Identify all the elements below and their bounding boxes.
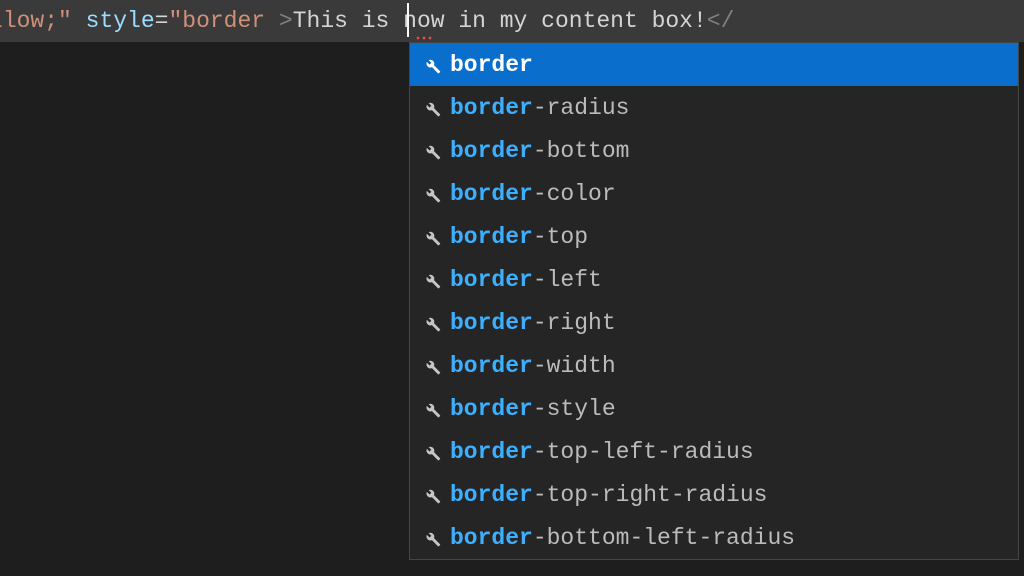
code-text: ox-yellow;" style="border >This is now i… [0,0,734,42]
autocomplete-item-label: border-right [450,310,616,336]
autocomplete-item[interactable]: border-right [410,301,1018,344]
wrench-icon [418,184,444,204]
code-token: = [155,8,169,34]
autocomplete-item[interactable]: border [410,43,1018,86]
wrench-icon [418,528,444,548]
autocomplete-item[interactable]: border-left [410,258,1018,301]
wrench-icon [418,55,444,75]
autocomplete-item[interactable]: border-color [410,172,1018,215]
error-squiggle [415,36,433,41]
autocomplete-item[interactable]: border-bottom [410,129,1018,172]
code-token: This is now in my content box! [293,8,707,34]
code-token: style [86,8,155,34]
wrench-icon [418,399,444,419]
autocomplete-item[interactable]: border-bottom-left-radius [410,516,1018,559]
code-token: > [279,8,293,34]
wrench-icon [418,313,444,333]
code-line[interactable]: ox-yellow;" style="border >This is now i… [0,0,1024,42]
autocomplete-item-label: border-radius [450,95,629,121]
code-token: "border [168,8,265,34]
wrench-icon [418,485,444,505]
wrench-icon [418,141,444,161]
wrench-icon [418,356,444,376]
code-token [265,8,279,34]
code-token: </ [707,8,735,34]
wrench-icon [418,98,444,118]
autocomplete-popup[interactable]: border border-radius border-bottom border-c… [409,42,1019,560]
autocomplete-item-label: border-top [450,224,588,250]
autocomplete-item[interactable]: border-top-right-radius [410,473,1018,516]
autocomplete-item-label: border-bottom [450,138,629,164]
autocomplete-item[interactable]: border-style [410,387,1018,430]
autocomplete-item-label: border-bottom-left-radius [450,525,795,551]
autocomplete-item[interactable]: border-width [410,344,1018,387]
autocomplete-item-label: border-left [450,267,602,293]
code-token: ox-yellow;" [0,8,72,34]
autocomplete-item-label: border-color [450,181,616,207]
autocomplete-item[interactable]: border-radius [410,86,1018,129]
autocomplete-item-label: border-top-right-radius [450,482,767,508]
wrench-icon [418,442,444,462]
autocomplete-item-label: border-width [450,353,616,379]
code-token [72,8,86,34]
autocomplete-item[interactable]: border-top-left-radius [410,430,1018,473]
text-cursor [407,3,409,37]
wrench-icon [418,227,444,247]
autocomplete-item-label: border [450,52,533,78]
autocomplete-item-label: border-style [450,396,616,422]
wrench-icon [418,270,444,290]
autocomplete-item-label: border-top-left-radius [450,439,754,465]
autocomplete-item[interactable]: border-top [410,215,1018,258]
